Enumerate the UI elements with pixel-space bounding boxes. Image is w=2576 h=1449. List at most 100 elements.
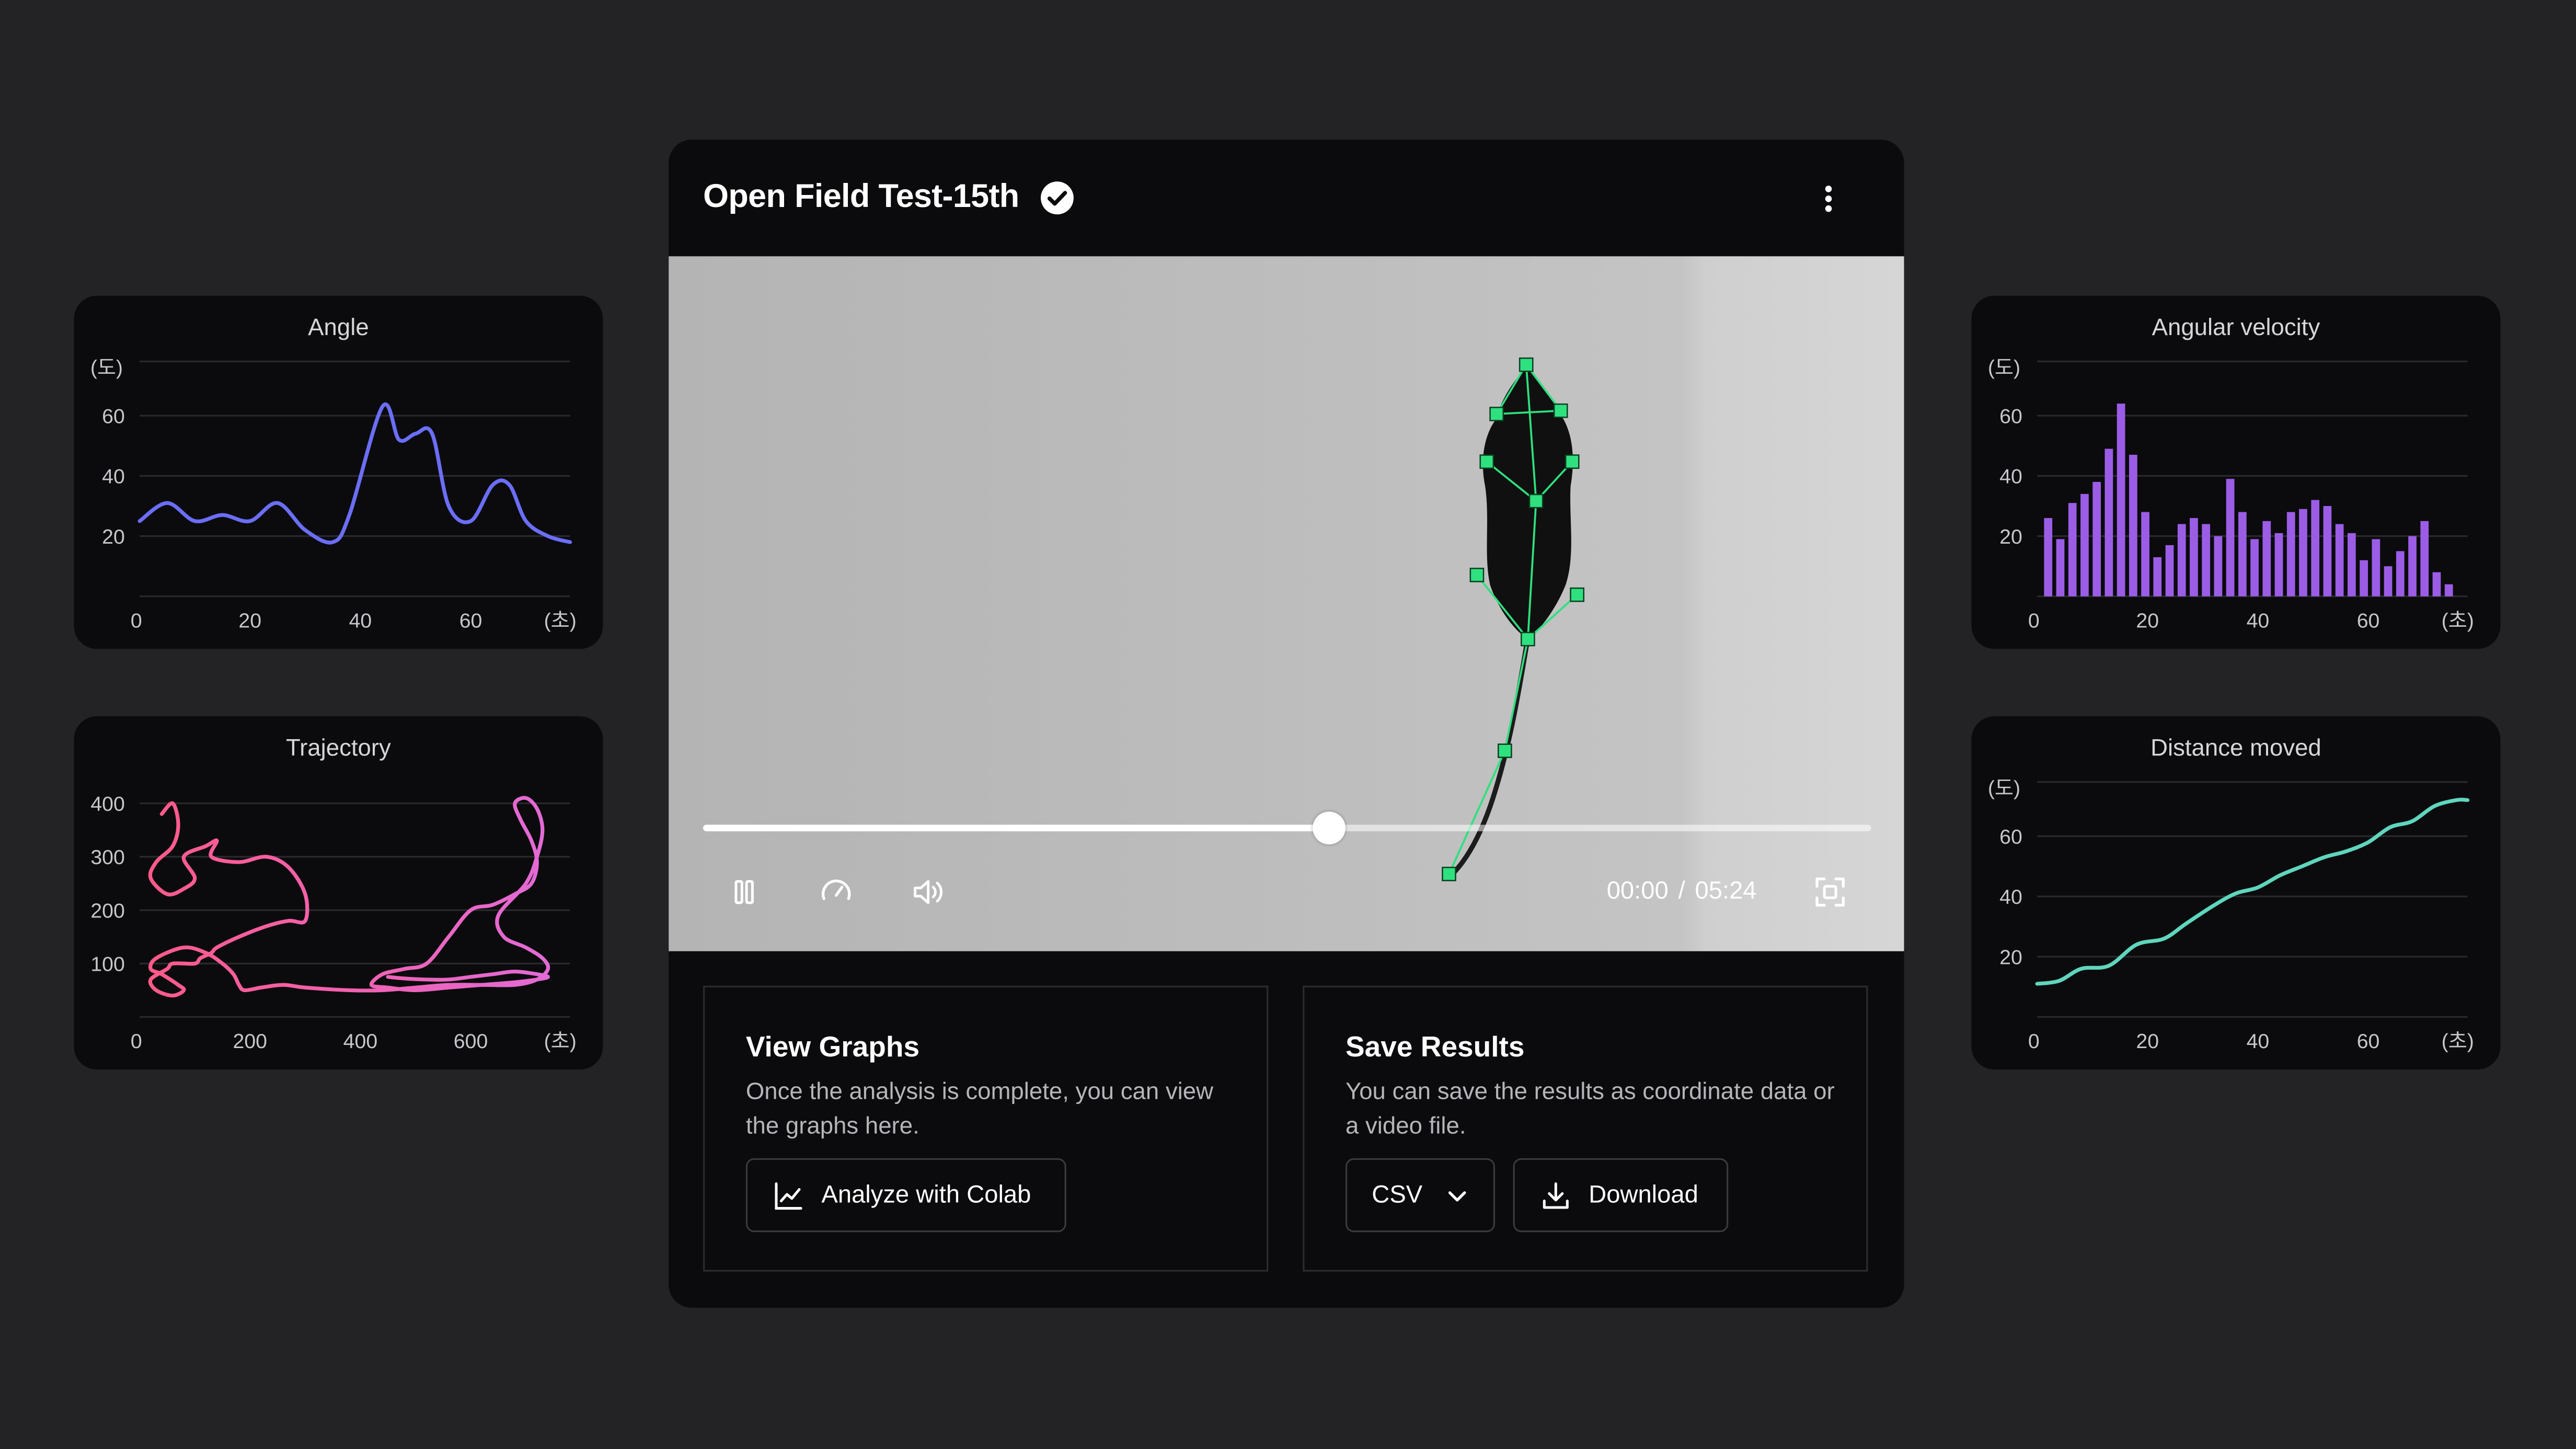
bar bbox=[2408, 536, 2417, 596]
angle-chart: Angle (도) 20 40 60 0 20 40 60 (초) bbox=[90, 314, 577, 632]
y-tick-label: 40 bbox=[102, 465, 125, 488]
bar bbox=[2396, 551, 2405, 596]
y-tick-label: 40 bbox=[1999, 465, 2022, 488]
bar bbox=[2286, 512, 2295, 596]
bar bbox=[2323, 506, 2332, 596]
pause-icon[interactable] bbox=[726, 874, 762, 910]
video-player[interactable]: 00:00 / 05:24 bbox=[669, 256, 1904, 951]
mouse-tail bbox=[1446, 635, 1531, 880]
stage: Angle (도) 20 40 60 0 20 40 60 (초) Trajectory 100 20… bbox=[0, 0, 2576, 1449]
x-tick-label: 40 bbox=[349, 610, 372, 632]
y-tick-label: 300 bbox=[90, 846, 125, 869]
x-axis-unit-label: (초) bbox=[2442, 1030, 2474, 1053]
keypoint-left-shoulder bbox=[1479, 454, 1494, 469]
y-tick-label: 20 bbox=[1999, 946, 2022, 969]
bar bbox=[2129, 455, 2137, 596]
angular-velocity-chart-card: Angular velocity (도) 20 40 60 0 20 40 60 (초) bbox=[1971, 295, 2501, 649]
download-button[interactable]: Download bbox=[1513, 1158, 1729, 1233]
keypoint-right-hip bbox=[1570, 587, 1584, 602]
x-tick-label: 600 bbox=[454, 1030, 488, 1053]
view-graphs-panel: View Graphs Once the analysis is complet… bbox=[703, 985, 1269, 1272]
chart-title: Angle bbox=[308, 314, 369, 340]
bar bbox=[2311, 500, 2320, 596]
progress-fill bbox=[703, 824, 1329, 832]
save-results-title: Save Results bbox=[1346, 1030, 1525, 1063]
chart-title: Trajectory bbox=[286, 734, 391, 761]
video-progress-bar[interactable] bbox=[703, 811, 1871, 845]
angle-chart-card: Angle (도) 20 40 60 0 20 40 60 (초) bbox=[74, 295, 603, 649]
bar bbox=[2335, 524, 2344, 596]
y-tick-label: 60 bbox=[1999, 825, 2022, 848]
keypoint-nose bbox=[1519, 357, 1534, 372]
bar bbox=[2432, 572, 2441, 596]
distance-chart: Distance moved (도) 20 40 60 0 20 40 60 (초) bbox=[1988, 734, 2474, 1053]
y-tick-label: 20 bbox=[1999, 525, 2022, 548]
bar bbox=[2190, 518, 2198, 596]
bar bbox=[2384, 566, 2393, 596]
chevron-down-icon bbox=[1448, 1190, 1466, 1201]
fullscreen-icon[interactable] bbox=[1812, 874, 1848, 910]
bar bbox=[2299, 509, 2307, 596]
y-tick-label: 400 bbox=[90, 792, 125, 815]
x-axis-unit-label: (초) bbox=[544, 1030, 577, 1053]
x-tick-label: 40 bbox=[2247, 1030, 2270, 1053]
view-graphs-title: View Graphs bbox=[745, 1030, 920, 1063]
keypoint-right-shoulder bbox=[1565, 454, 1580, 469]
playback-speed-icon[interactable] bbox=[818, 874, 854, 910]
bar bbox=[2177, 524, 2186, 596]
x-tick-label: 40 bbox=[2247, 610, 2270, 632]
current-time: 00:00 bbox=[1606, 877, 1669, 905]
y-tick-label: 60 bbox=[1999, 405, 2022, 428]
x-tick-label: 400 bbox=[343, 1030, 378, 1053]
volume-icon[interactable] bbox=[910, 874, 946, 910]
x-tick-label: 20 bbox=[2136, 1030, 2159, 1053]
y-tick-label: 20 bbox=[102, 525, 125, 548]
bar bbox=[2214, 536, 2223, 596]
bar bbox=[2104, 448, 2113, 596]
x-tick-label: 20 bbox=[2136, 610, 2159, 632]
analyze-with-colab-button[interactable]: Analyze with Colab bbox=[745, 1158, 1066, 1233]
more-options-icon[interactable] bbox=[1812, 181, 1845, 217]
bar bbox=[2250, 539, 2259, 596]
line-chart-icon bbox=[775, 1181, 802, 1209]
y-tick-label: 60 bbox=[102, 405, 125, 428]
x-tick-label: 60 bbox=[2357, 610, 2380, 632]
y-axis-unit-label: (도) bbox=[1988, 356, 2020, 380]
distance-chart-card: Distance moved (도) 20 40 60 0 20 40 60 (초) bbox=[1971, 716, 2501, 1070]
bar bbox=[2262, 521, 2271, 596]
bar bbox=[2420, 521, 2429, 596]
chart-title: Angular velocity bbox=[2152, 314, 2320, 340]
x-tick-label: 0 bbox=[2028, 1030, 2040, 1053]
format-select-value: CSV bbox=[1372, 1181, 1423, 1210]
format-select[interactable]: CSV bbox=[1346, 1158, 1495, 1233]
verified-check-icon bbox=[1041, 181, 1074, 215]
bar bbox=[2202, 524, 2211, 596]
keypoint-tail-mid bbox=[1498, 743, 1512, 758]
x-tick-label: 0 bbox=[131, 610, 142, 632]
x-axis-unit-label: (초) bbox=[544, 610, 577, 632]
download-label: Download bbox=[1589, 1181, 1698, 1210]
x-tick-label: 0 bbox=[2028, 610, 2040, 632]
bar bbox=[2092, 481, 2101, 596]
save-results-description: You can save the results as coordinate d… bbox=[1346, 1079, 1835, 1141]
bar bbox=[2117, 404, 2125, 596]
save-results-panel: Save Results You can save the results as… bbox=[1303, 985, 1868, 1272]
download-icon bbox=[1543, 1181, 1569, 1208]
keypoint-left-ear bbox=[1489, 407, 1504, 421]
bar bbox=[2360, 560, 2368, 596]
progress-thumb[interactable] bbox=[1313, 811, 1346, 845]
trajectory-chart: Trajectory 100 200 300 400 0 200 400 600 (초) bbox=[90, 734, 577, 1053]
video-analysis-window: Open Field Test-15th 00:00 / 05:24 View … bbox=[669, 140, 1904, 1308]
bar bbox=[2372, 539, 2380, 596]
x-tick-label: 200 bbox=[233, 1030, 268, 1053]
bar bbox=[2238, 512, 2247, 596]
bar bbox=[2274, 533, 2283, 596]
view-graphs-description: Once the analysis is complete, you can v… bbox=[745, 1079, 1213, 1141]
time-display: 00:00 / 05:24 bbox=[1607, 877, 1757, 905]
x-tick-label: 60 bbox=[2357, 1030, 2380, 1053]
bar bbox=[2080, 493, 2089, 596]
x-tick-label: 0 bbox=[131, 1030, 142, 1053]
keypoint-tail-base bbox=[1521, 631, 1535, 647]
angular-velocity-chart: Angular velocity (도) 20 40 60 0 20 40 60 (초) bbox=[1988, 314, 2474, 632]
series-line bbox=[137, 402, 572, 545]
